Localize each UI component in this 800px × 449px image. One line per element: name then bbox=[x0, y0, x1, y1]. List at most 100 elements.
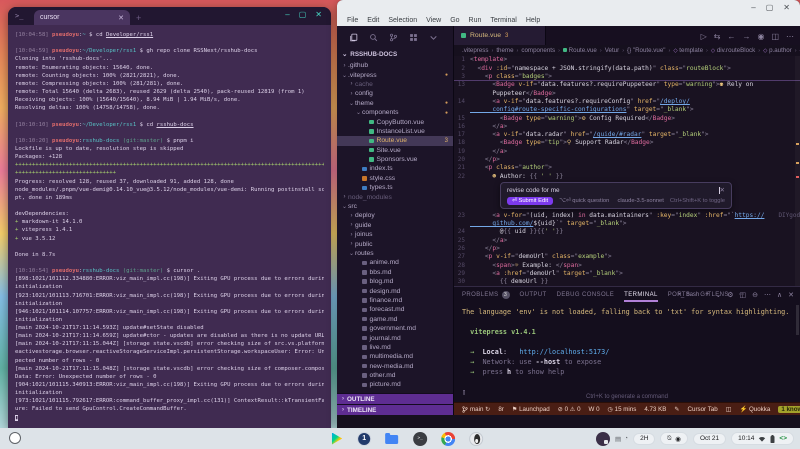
tree-folder-routes[interactable]: ⌄routes bbox=[337, 249, 453, 258]
tree-file-other-md[interactable]: other.md bbox=[337, 371, 453, 380]
tree-file-live-md[interactable]: live.md bbox=[337, 343, 453, 352]
terminal-maximize-icon[interactable]: ▢ bbox=[299, 11, 307, 19]
terminal-tab-close-icon[interactable]: ✕ bbox=[118, 14, 124, 22]
close-panel-icon[interactable]: ✕ bbox=[788, 291, 794, 299]
panel-tab-terminal[interactable]: TERMINAL bbox=[624, 287, 658, 302]
integrated-terminal-output[interactable]: The language 'env' is not loaded, fallin… bbox=[454, 302, 800, 402]
status-item-4-73-kb[interactable]: 4.73 KB bbox=[644, 406, 666, 413]
tab-route-vue[interactable]: Route.vue 3 bbox=[454, 26, 546, 45]
inline-edit-widget[interactable]: revise code for me✕⏎ Submit Edit⌥⏎ quick… bbox=[500, 182, 732, 209]
status-area[interactable]: 10:14 <> bbox=[731, 432, 794, 445]
chevron-down-icon[interactable] bbox=[429, 33, 438, 42]
notification-icon[interactable]: ▤ bbox=[615, 435, 621, 443]
tree-folder-node-modules[interactable]: ›node_modules bbox=[337, 192, 453, 201]
submit-edit-button[interactable]: ⏎ Submit Edit bbox=[507, 197, 553, 205]
tree-file-style-css[interactable]: style.css bbox=[337, 174, 453, 183]
status-item-8r[interactable]: 8r bbox=[498, 406, 504, 413]
files-icon[interactable] bbox=[349, 33, 358, 42]
tree-file-copybutton-vue[interactable]: CopyButton.vue bbox=[337, 117, 453, 126]
tree-folder-deploy[interactable]: ›deploy bbox=[337, 211, 453, 220]
tree-file-index-ts[interactable]: index.ts bbox=[337, 164, 453, 173]
quick-question-button[interactable]: ⌥⏎ quick question bbox=[559, 198, 609, 204]
new-terminal-icon[interactable]: + bbox=[705, 291, 709, 298]
shelf-app-chrome[interactable] bbox=[441, 432, 455, 446]
split-editor-icon[interactable]: ◫ bbox=[771, 32, 779, 41]
tree-file-government-md[interactable]: government.md bbox=[337, 324, 453, 333]
running-app-icon[interactable] bbox=[596, 432, 610, 446]
search-icon[interactable] bbox=[369, 33, 378, 42]
status-item--quokka[interactable]: ⚡ Quokka bbox=[740, 405, 771, 413]
terminal-titlebar[interactable]: >_ cursor ✕ + – ▢ ✕ bbox=[8, 7, 331, 25]
tree-folder-cache[interactable]: ›cache bbox=[337, 80, 453, 89]
explorer-header[interactable]: ⌄ RSSHUB-DOCS bbox=[337, 48, 453, 61]
date-pill[interactable]: Oct 21 bbox=[693, 433, 726, 445]
tree-folder-theme[interactable]: ⌄theme● bbox=[337, 99, 453, 108]
editor-scrollbar[interactable] bbox=[795, 56, 800, 287]
menu-view[interactable]: View bbox=[426, 17, 441, 24]
terminal-tab[interactable]: cursor ✕ bbox=[34, 10, 130, 25]
status-item--launchpad[interactable]: ⚑ Launchpad bbox=[512, 406, 550, 413]
menu-selection[interactable]: Selection bbox=[388, 17, 417, 24]
status-item--0-0[interactable]: ⊘ 0 ⚠ 0 bbox=[558, 406, 581, 413]
tree-file-game-md[interactable]: game.md bbox=[337, 315, 453, 324]
shelf-app-penguin[interactable] bbox=[469, 432, 483, 446]
tree-file-route-vue[interactable]: Route.vue3 bbox=[337, 136, 453, 145]
tree-folder-src[interactable]: ⌄src bbox=[337, 202, 453, 211]
outline-section[interactable]: › OUTLINE bbox=[337, 393, 453, 404]
menu-go[interactable]: Go bbox=[450, 17, 459, 24]
status-item-main-[interactable]: main ↻ bbox=[462, 406, 490, 413]
breadcrumb-item[interactable]: Vetur bbox=[605, 47, 619, 54]
maximize-panel-icon[interactable]: ∧ bbox=[777, 291, 782, 299]
breadcrumb-item[interactable]: components bbox=[521, 47, 555, 54]
capture-icon[interactable]: ◔ bbox=[624, 435, 628, 443]
terminal-dropdown-icon[interactable]: ⌄ bbox=[715, 291, 721, 299]
tree-folder-public[interactable]: ›public bbox=[337, 239, 453, 248]
shelf-app-playstore[interactable] bbox=[329, 432, 343, 446]
shelf-app-files[interactable] bbox=[385, 432, 399, 446]
tree-folder--github[interactable]: ›.github bbox=[337, 61, 453, 70]
window-maximize-icon[interactable]: ▢ bbox=[766, 3, 774, 12]
tree-file-sponsors-vue[interactable]: Sponsors.vue bbox=[337, 155, 453, 164]
shelf-app-terminal[interactable]: >_ bbox=[413, 432, 427, 446]
tree-folder-components[interactable]: ⌄components● bbox=[337, 108, 453, 117]
tree-file-types-ts[interactable]: types.ts bbox=[337, 183, 453, 192]
kill-terminal-icon[interactable]: ⊖ bbox=[752, 291, 758, 299]
window-minimize-icon[interactable]: – bbox=[751, 3, 755, 12]
menu-terminal[interactable]: Terminal bbox=[490, 17, 516, 24]
shelf-app-onepassword[interactable]: 1 bbox=[357, 432, 371, 446]
status-item--[interactable]: ◫ bbox=[726, 406, 732, 413]
tree-file-blog-md[interactable]: blog.md bbox=[337, 277, 453, 286]
extensions-icon[interactable] bbox=[409, 33, 418, 42]
panel-scrollbar[interactable] bbox=[796, 305, 799, 335]
breadcrumb-item[interactable]: theme bbox=[496, 47, 513, 54]
status-item-cursor-tab[interactable]: Cursor Tab bbox=[688, 406, 718, 413]
breadcrumb-item[interactable]: .vitepress bbox=[462, 47, 488, 54]
launcher-button[interactable] bbox=[9, 432, 21, 444]
shell-selector[interactable]: >_bash bbox=[677, 292, 699, 298]
status-item-1-known-issue[interactable]: 1 known issue bbox=[778, 406, 800, 413]
tree-file-anime-md[interactable]: anime.md bbox=[337, 258, 453, 267]
more-actions-icon[interactable]: ⋯ bbox=[786, 32, 794, 41]
terminal-close-icon[interactable]: ✕ bbox=[315, 11, 322, 19]
tree-file-finance-md[interactable]: finance.md bbox=[337, 296, 453, 305]
tree-folder--vitepress[interactable]: ⌄.vitepress● bbox=[337, 70, 453, 79]
panel-tab-problems[interactable]: PROBLEMS3 bbox=[462, 287, 510, 302]
open-changes-icon[interactable]: ⇆ bbox=[714, 32, 721, 41]
code-area[interactable]: 1<template>2 <div :id="namespace + JSON.… bbox=[454, 56, 800, 287]
dnd-record-pill[interactable]: ⍉ ◉ bbox=[660, 432, 688, 445]
tree-file-multimedia-md[interactable]: multimedia.md bbox=[337, 352, 453, 361]
breadcrumb-item[interactable]: ◇ p.author bbox=[763, 47, 792, 54]
timeline-section[interactable]: › TIMELINE bbox=[337, 404, 453, 415]
menu-edit[interactable]: Edit bbox=[367, 17, 379, 24]
back-icon[interactable]: ← bbox=[727, 32, 735, 41]
breadcrumb-item[interactable]: ◇ div.routeBlock bbox=[711, 47, 755, 54]
panel-tab-output[interactable]: OUTPUT bbox=[520, 287, 547, 302]
breadcrumb-item[interactable]: Route.vue bbox=[563, 47, 597, 54]
tree-file-site-vue[interactable]: Site.vue bbox=[337, 146, 453, 155]
model-selector[interactable]: claude-3.5-sonnet bbox=[617, 198, 663, 204]
more-icon[interactable]: ⋯ bbox=[764, 291, 771, 299]
debug-icon[interactable]: ◉ bbox=[757, 32, 764, 41]
tree-folder-config[interactable]: ›config bbox=[337, 89, 453, 98]
tree-folder-joinus[interactable]: ›joinus bbox=[337, 230, 453, 239]
gear-icon[interactable]: ⚙ bbox=[727, 291, 733, 299]
